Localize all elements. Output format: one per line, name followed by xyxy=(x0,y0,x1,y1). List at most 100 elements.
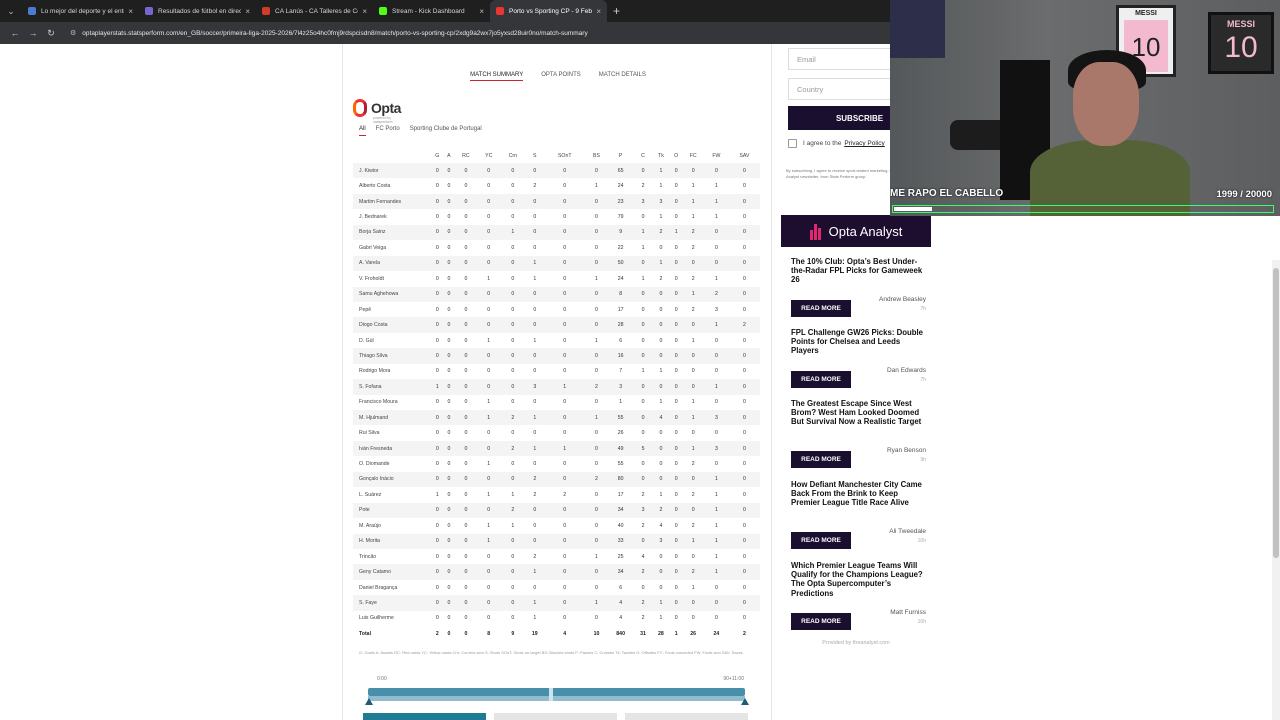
stat-cell: 0 xyxy=(533,306,537,313)
tab-close-icon[interactable]: × xyxy=(362,7,367,16)
tab-close-icon[interactable]: × xyxy=(479,7,484,16)
table-header-row: G A RC YC Crn S SOnT BS P C Tk O FC FW SAV xyxy=(353,149,760,163)
column-header[interactable]: C xyxy=(634,149,652,163)
article-title[interactable]: How Defiant Manchester City Came Back Fr… xyxy=(791,480,923,508)
tab-close-icon[interactable]: × xyxy=(128,7,133,16)
opta-analyst-banner[interactable]: Opta Analyst xyxy=(781,215,931,247)
timeline-end-handle[interactable] xyxy=(741,698,749,705)
forward-icon[interactable]: → xyxy=(24,28,42,38)
tab-close-icon[interactable]: × xyxy=(245,7,250,16)
column-header[interactable]: BS xyxy=(586,149,607,163)
stat-cell: 55 xyxy=(607,410,635,426)
stat-cell: 1 xyxy=(703,471,729,488)
stat-cell: 0 xyxy=(477,502,500,519)
new-tab-button[interactable]: + xyxy=(613,4,620,18)
tab-match-summary[interactable]: MATCH SUMMARY xyxy=(470,72,524,81)
stat-cell: 1 xyxy=(634,224,652,241)
article-title[interactable]: The 10% Club: Opta’s Best Under-the-Rada… xyxy=(791,257,923,285)
stat-cell: 0 xyxy=(525,348,544,364)
stat-cell: 0 xyxy=(511,461,515,468)
browser-tab[interactable]: Stream - Kick Dashboard × xyxy=(373,0,490,22)
period-tab-1[interactable] xyxy=(363,713,486,720)
player-name: Francisco Moura xyxy=(359,399,398,406)
read-more-button[interactable]: READ MORE xyxy=(791,532,851,549)
stat-cell: 0 xyxy=(464,275,468,282)
stat-cell: 4 xyxy=(659,522,663,529)
column-header[interactable]: Tk xyxy=(652,149,670,163)
stat-cell: 1 xyxy=(525,255,544,272)
stat-cell: 1 xyxy=(511,522,515,529)
filter-all[interactable]: All xyxy=(359,126,366,136)
column-header[interactable]: P xyxy=(607,149,634,163)
column-header[interactable]: G xyxy=(431,149,444,163)
tab-title: Resultados de fútbol en direct xyxy=(158,7,242,15)
column-header[interactable]: RC xyxy=(454,149,477,163)
address-bar[interactable]: ⚙ optaplayerstats.statsperform.com/en_GB… xyxy=(70,29,588,38)
read-more-button[interactable]: READ MORE xyxy=(791,300,851,317)
stat-cell: 0 xyxy=(674,430,678,437)
stat-cell: 4 xyxy=(619,615,623,622)
browser-tab[interactable]: Resultados de fútbol en direct × xyxy=(139,0,256,22)
column-header[interactable]: Crn xyxy=(500,149,526,163)
article-author: Dan Edwards xyxy=(886,367,926,374)
player-name: J. Bednarek xyxy=(359,214,387,221)
tab-match-details[interactable]: MATCH DETAILS xyxy=(599,72,646,81)
scrollbar-thumb[interactable] xyxy=(1273,268,1279,558)
article-title[interactable]: The Greatest Escape Since West Brom? Wes… xyxy=(791,399,923,427)
stat-cell: 0 xyxy=(641,306,645,313)
stat-cell: 1 xyxy=(691,337,695,344)
stat-cell: 0 xyxy=(525,193,544,210)
filter-fc-porto[interactable]: FC Porto xyxy=(376,126,400,136)
browser-tab[interactable]: CA Lanús - CA Talleres de Córd × xyxy=(256,0,373,22)
stat-cell: 1 xyxy=(641,368,645,375)
stat-cell: 1 xyxy=(487,522,491,529)
total-cell: 1 xyxy=(674,630,678,637)
column-header[interactable]: O xyxy=(670,149,683,163)
stat-cell: 1 xyxy=(543,440,586,457)
tab-search-icon[interactable]: ⌄ xyxy=(0,0,22,22)
stat-cell: 0 xyxy=(499,379,526,395)
stat-cell: 1 xyxy=(487,461,491,468)
table-row: Luis Guilherme 0 0 0 0 0 1 0 0 4 2 1 0 0 0 0 xyxy=(353,611,760,626)
stat-cell: 0 xyxy=(634,163,652,179)
stat-cell: 2 xyxy=(659,275,663,282)
browser-tab[interactable]: Porto vs Sporting CP - 9 Feb 20 × xyxy=(490,0,607,22)
tab-close-icon[interactable]: × xyxy=(596,7,601,16)
back-icon[interactable]: ← xyxy=(6,28,24,38)
column-header[interactable]: SAV xyxy=(729,149,760,163)
column-header[interactable]: YC xyxy=(478,149,500,163)
stat-cell: 0 xyxy=(511,214,515,221)
stat-cell: 0 xyxy=(443,317,455,333)
column-header[interactable]: FC xyxy=(682,149,703,163)
period-tab-2[interactable] xyxy=(494,713,617,720)
stat-cell: 0 xyxy=(487,214,491,221)
stat-cell: 0 xyxy=(674,337,678,344)
consent-checkbox[interactable] xyxy=(788,139,797,148)
site-info-icon[interactable]: ⚙ xyxy=(70,29,76,37)
stat-cell: 2 xyxy=(691,461,695,468)
period-tab-3[interactable] xyxy=(625,713,748,720)
article-title[interactable]: Which Premier League Teams Will Qualify … xyxy=(791,561,923,598)
column-header[interactable]: FW xyxy=(704,149,729,163)
tab-favicon-icon xyxy=(28,7,36,15)
table-row: J. Kiwior 0 0 0 0 0 0 0 0 65 0 1 0 0 0 0 xyxy=(353,163,760,179)
read-more-button[interactable]: READ MORE xyxy=(791,451,851,468)
column-header[interactable] xyxy=(353,149,431,163)
browser-tab[interactable]: Lo mejor del deporte y el entre × xyxy=(22,0,139,22)
timeline-start-handle[interactable] xyxy=(365,698,373,705)
read-more-button[interactable]: READ MORE xyxy=(791,613,851,630)
stat-cell: 1 xyxy=(714,522,718,529)
privacy-policy-link[interactable]: Privacy Policy xyxy=(844,140,884,147)
column-header[interactable]: A xyxy=(444,149,455,163)
column-header[interactable]: SOnT xyxy=(544,149,586,163)
column-header[interactable]: S xyxy=(526,149,544,163)
stat-cell: 0 xyxy=(477,163,500,179)
read-more-button[interactable]: READ MORE xyxy=(791,371,851,388)
filter-sporting[interactable]: Sporting Clube de Portugal xyxy=(410,126,482,136)
article-title[interactable]: FPL Challenge GW26 Picks: Double Points … xyxy=(791,328,923,356)
stat-cell: 0 xyxy=(525,502,544,519)
player-name: M. Hjulmand xyxy=(353,410,431,426)
stat-cell: 0 xyxy=(435,244,439,251)
tab-opta-points[interactable]: OPTA POINTS xyxy=(541,72,581,81)
reload-icon[interactable]: ↻ xyxy=(42,28,60,39)
